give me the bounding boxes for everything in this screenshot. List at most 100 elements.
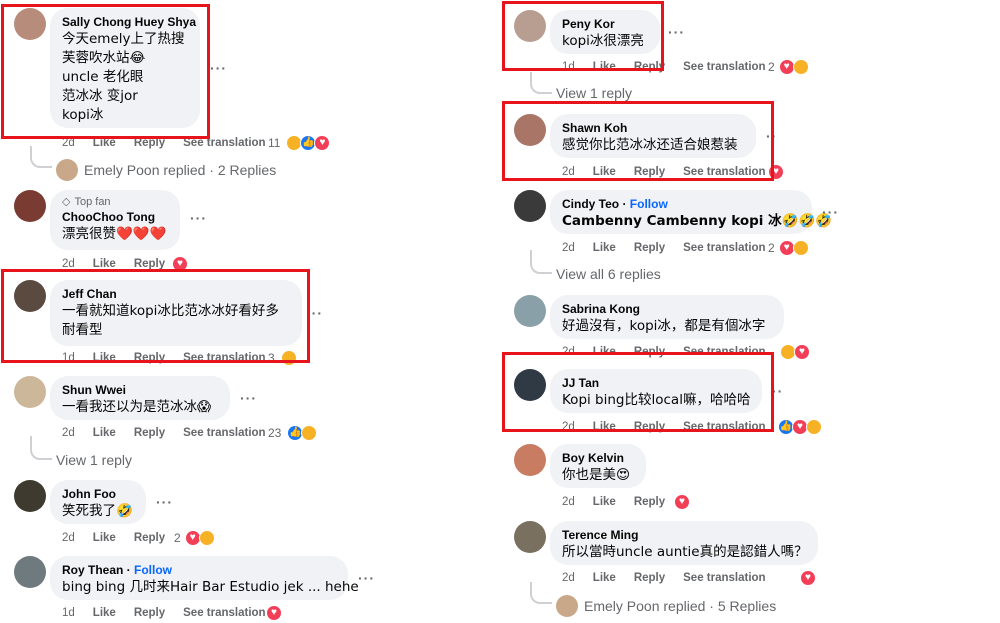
comment-actions: 2d Like Reply See translation (562, 572, 784, 584)
comment-text: 一看我还以为是范冰冰😱 (62, 399, 212, 415)
comment-actions: 2d Like Reply (62, 532, 183, 544)
reactions[interactable]: 2 ♥ (174, 530, 215, 546)
reply-button[interactable]: Reply (634, 572, 665, 584)
comment-bubble: Roy Thean · Follow bing bing 几时来Hair Bar… (50, 556, 359, 600)
diamond-icon: ◇ (62, 196, 71, 208)
avatar[interactable] (14, 556, 46, 588)
comment-text: 笑死我了🤣 (62, 503, 133, 519)
see-translation-button[interactable]: See translation (683, 572, 765, 584)
author-name[interactable]: Sabrina Kong (562, 301, 772, 317)
sad-icon (806, 419, 822, 435)
reply-button[interactable]: Reply (634, 496, 665, 508)
reactions[interactable]: 23 👍 (268, 425, 318, 441)
reaction-count: 11 (268, 136, 281, 150)
reply-button[interactable]: Reply (134, 607, 165, 619)
thread-line (30, 146, 52, 168)
haha-icon (301, 425, 318, 441)
reply-button[interactable]: Reply (134, 427, 165, 439)
comment-text: 好過沒有，kopi冰，都是有個冰字 (562, 318, 766, 334)
like-button[interactable]: Like (593, 496, 616, 508)
timestamp[interactable]: 2d (62, 427, 75, 439)
highlight-box (1, 4, 210, 139)
like-button[interactable]: Like (593, 572, 616, 584)
view-replies-link[interactable]: View 1 reply (556, 85, 632, 101)
love-icon: ♥ (674, 494, 690, 510)
highlight-box (502, 352, 774, 432)
love-icon: ♥ (314, 135, 331, 151)
author-name[interactable]: John Foo (62, 486, 134, 502)
love-icon: ♥ (794, 344, 810, 360)
comment-bubble: Terence Ming 所以當時uncle auntie真的是認錯人嗎？ (550, 521, 818, 565)
avatar[interactable] (514, 295, 546, 327)
comment-bubble: Cindy Teo · Follow Cambenny Cambenny kop… (550, 190, 833, 234)
comment-text: 所以當時uncle auntie真的是認錯人嗎？ (562, 544, 808, 560)
comment-bubble: Sabrina Kong 好過沒有，kopi冰，都是有個冰字 (550, 295, 784, 339)
timestamp[interactable]: 2d (62, 532, 75, 544)
comment-bubble: Boy Kelvin 你也是美😍 (550, 444, 646, 488)
comment-text: bing bing 几时来Hair Bar Estudio jek ... he… (62, 579, 359, 595)
author-name[interactable]: Cindy Teo · Follow (562, 196, 800, 212)
reply-button[interactable]: Reply (634, 242, 665, 254)
avatar (556, 595, 578, 617)
see-translation-button[interactable]: See translation (683, 242, 765, 254)
author-name[interactable]: Shun Wwei (62, 382, 218, 398)
reactions[interactable]: 2 ♥ (768, 240, 809, 256)
see-translation-button[interactable]: See translation (183, 427, 265, 439)
reactions[interactable]: ♥ (800, 570, 816, 586)
more-options-icon[interactable]: ··· (822, 204, 839, 220)
more-options-icon[interactable]: ··· (156, 494, 173, 510)
like-button[interactable]: Like (93, 532, 116, 544)
more-options-icon[interactable]: ··· (358, 570, 375, 586)
reactions[interactable]: ♥ (674, 494, 690, 510)
more-options-icon[interactable]: ··· (190, 210, 207, 226)
love-icon: ♥ (266, 605, 282, 621)
reply-button[interactable]: Reply (134, 532, 165, 544)
timestamp[interactable]: 2d (562, 242, 575, 254)
avatar[interactable] (14, 376, 46, 408)
replies-link[interactable]: Emely Poon replied · 2 Replies (56, 159, 276, 181)
more-options-icon[interactable]: ··· (240, 390, 257, 406)
avatar[interactable] (14, 190, 46, 222)
reactions[interactable]: 👍 ♥ (778, 419, 822, 435)
follow-button[interactable]: Follow (630, 197, 668, 211)
more-options-icon[interactable]: ··· (210, 60, 227, 76)
haha-icon (198, 530, 215, 546)
timestamp[interactable]: 2d (562, 572, 575, 584)
like-button[interactable]: Like (593, 242, 616, 254)
reactions[interactable]: ♥ (266, 605, 282, 621)
thread-line (530, 582, 552, 604)
author-name[interactable]: Boy Kelvin (562, 450, 634, 466)
avatar[interactable] (514, 444, 546, 476)
more-options-icon[interactable]: ··· (668, 24, 685, 40)
thread-line (30, 436, 52, 460)
author-name[interactable]: ChooChoo Tong (62, 209, 168, 225)
avatar[interactable] (514, 521, 546, 553)
follow-button[interactable]: Follow (134, 563, 172, 577)
timestamp[interactable]: 2d (562, 496, 575, 508)
comment-bubble: ◇ Top fan ChooChoo Tong 漂亮很赞❤️❤️❤️ (50, 190, 180, 250)
top-fan-badge: ◇ Top fan (62, 196, 111, 208)
view-replies-link[interactable]: View all 6 replies (556, 266, 661, 282)
timestamp[interactable]: 1d (62, 607, 75, 619)
avatar[interactable] (14, 480, 46, 512)
author-name[interactable]: Roy Thean · Follow (62, 562, 336, 578)
reactions[interactable]: 2 ♥ (768, 59, 809, 75)
like-button[interactable]: Like (93, 607, 116, 619)
replies-link[interactable]: Emely Poon replied · 5 Replies (556, 595, 776, 617)
reaction-count: 2 (768, 241, 775, 255)
view-replies-link[interactable]: View 1 reply (56, 452, 132, 468)
reactions[interactable]: ♥ (780, 344, 810, 360)
see-translation-button[interactable]: See translation (183, 607, 265, 619)
avatar[interactable] (514, 190, 546, 222)
reactions[interactable]: 11 👍 ♥ (268, 135, 331, 151)
love-icon: ♥ (800, 570, 816, 586)
replies-label: Emely Poon replied · 5 Replies (584, 598, 777, 614)
see-translation-button[interactable]: See translation (683, 61, 765, 73)
like-button[interactable]: Like (93, 427, 116, 439)
highlight-box (1, 269, 310, 363)
haha-icon (792, 59, 809, 75)
author-name[interactable]: Terence Ming (562, 527, 806, 543)
comment-text: 漂亮很赞❤️❤️❤️ (62, 226, 167, 242)
highlight-box (502, 1, 664, 71)
comment-text: Cambenny Cambenny kopi 冰🤣🤣🤣 (562, 213, 833, 229)
